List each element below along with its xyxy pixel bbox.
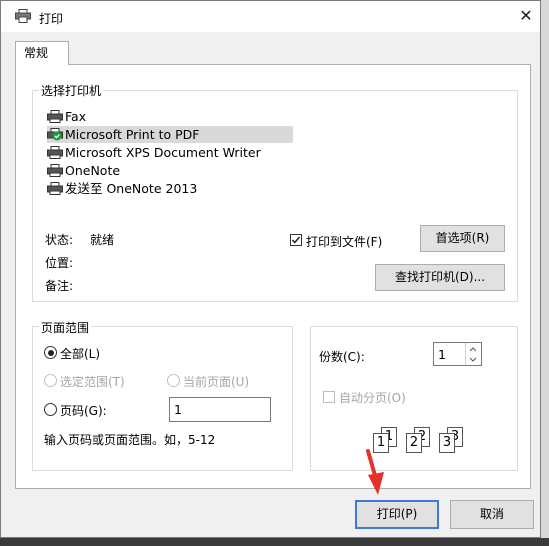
collate-checkbox[interactable] [323, 391, 335, 403]
printer-name: Microsoft Print to PDF [65, 127, 200, 142]
status-label: 状态: [45, 233, 74, 247]
printer-icon [47, 182, 63, 199]
printer-group-title: 选择打印机 [39, 82, 104, 99]
printer-icon [47, 164, 63, 181]
page-range-hint: 输入页码或页面范围。如，5-12 [44, 433, 216, 447]
collate-page-front: 3 [439, 433, 455, 453]
all-pages-radio[interactable] [44, 346, 57, 359]
copies-decrement-button[interactable] [465, 354, 481, 365]
page-range-title: 页面范围 [39, 319, 92, 336]
print-to-file-label[interactable]: 打印到文件(F) [306, 233, 382, 250]
printer-item-onenote[interactable]: OneNote [47, 162, 293, 179]
printer-item-send-to-onenote-2013[interactable]: 发送至 OneNote 2013 [47, 180, 293, 197]
printer-name: OneNote [65, 163, 121, 178]
current-page-label: 当前页面(U) [183, 375, 250, 389]
printer-item-fax[interactable]: Fax [47, 108, 293, 125]
printer-name: Fax [65, 109, 87, 124]
status-value: 就绪 [90, 233, 115, 247]
pages-input[interactable] [169, 397, 271, 422]
location-label: 位置: [45, 256, 74, 270]
background-desktop-strip [0, 538, 549, 546]
collate-label: 自动分页(O) [339, 391, 406, 405]
collate-page-front: 2 [406, 433, 422, 453]
tab-general[interactable]: 常规 [15, 41, 69, 65]
chevron-down-icon [469, 357, 477, 362]
default-printer-icon [47, 128, 63, 145]
cancel-button[interactable]: 取消 [450, 500, 534, 529]
printer-item-microsoft-xps-document-writer[interactable]: Microsoft XPS Document Writer [47, 144, 293, 161]
pages-label[interactable]: 页码(G): [60, 402, 107, 419]
radio-dot [47, 349, 54, 356]
annotation-arrow-icon [366, 449, 384, 495]
title-bar[interactable]: 打印 ✕ [1, 1, 540, 32]
copies-label: 份数(C): [319, 350, 365, 364]
printer-name: Microsoft XPS Document Writer [65, 145, 261, 160]
checkmark-icon [291, 236, 301, 244]
current-page-radio[interactable] [167, 374, 180, 387]
window-title: 打印 [39, 12, 64, 26]
comment-label: 备注: [45, 279, 74, 293]
fax-printer-icon [47, 110, 63, 127]
copies-increment-button[interactable] [465, 343, 481, 354]
printer-item-microsoft-print-to-pdf[interactable]: Microsoft Print to PDF [47, 126, 293, 143]
print-button[interactable]: 打印(P) [355, 500, 439, 529]
background-window-edge [541, 0, 549, 546]
selection-radio[interactable] [44, 374, 57, 387]
preferences-button[interactable]: 首选项(R) [420, 225, 505, 252]
print-to-file-checkbox[interactable] [290, 234, 302, 246]
pages-radio[interactable] [44, 403, 57, 416]
printer-icon [15, 9, 31, 26]
printer-icon [47, 146, 63, 163]
close-icon[interactable]: ✕ [514, 4, 538, 28]
chevron-up-icon [469, 347, 477, 352]
selection-label: 选定范围(T) [60, 375, 125, 389]
all-pages-label[interactable]: 全部(L) [60, 345, 100, 362]
find-printer-button[interactable]: 查找打印机(D)... [375, 264, 505, 291]
printer-name: 发送至 OneNote 2013 [65, 181, 198, 196]
print-dialog: 打印 ✕ 常规 选择打印机 Fax Microsoft Print to PDF… [0, 0, 541, 538]
